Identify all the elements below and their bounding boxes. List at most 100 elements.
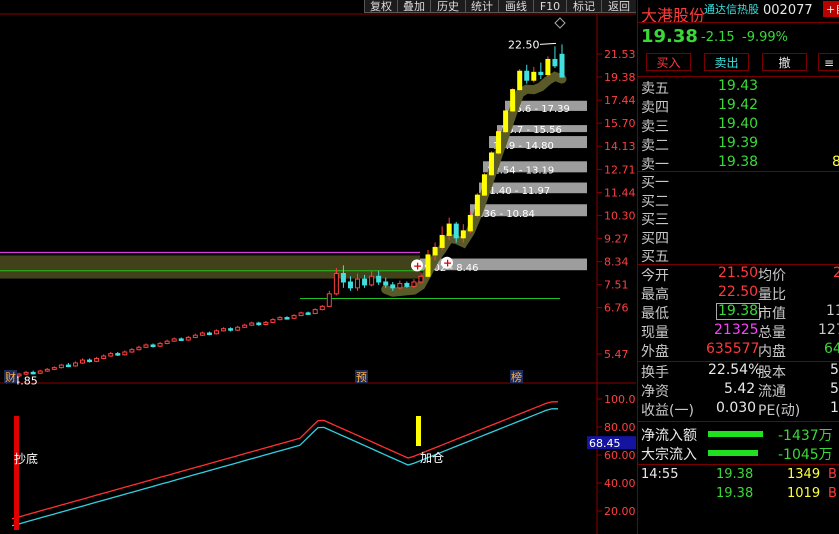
- mcap-value: 11: [826, 303, 839, 319]
- sell-level-price[interactable]: 19.38: [718, 154, 758, 170]
- candle-body: [383, 281, 389, 286]
- candle-body: [305, 312, 311, 315]
- price-tick-label: 7.51: [604, 279, 629, 292]
- toolbar-button[interactable]: F10: [533, 0, 566, 13]
- toolbar-button[interactable]: 画线: [498, 0, 533, 13]
- indicator-tick-label: 80.00: [604, 421, 636, 434]
- candle-body: [65, 364, 71, 368]
- candle-body: [157, 342, 163, 347]
- candle-body: [235, 326, 241, 331]
- stock-code: 002077: [763, 3, 813, 18]
- current-price: 19.38: [641, 26, 698, 47]
- candle-body: [185, 336, 191, 341]
- tick-volume: 1019: [787, 486, 821, 501]
- toolbar-button[interactable]: 叠加: [397, 0, 430, 13]
- candle-body: [228, 328, 234, 331]
- candle-body: [58, 364, 64, 369]
- sell-level-label: 卖五: [641, 81, 669, 97]
- candle-body: [199, 332, 205, 336]
- net-assets-label: 净资: [641, 384, 669, 400]
- candle-body: [531, 71, 537, 81]
- kline-chart-svg[interactable]: 21.53 19.38 17.44 15.70 14.13 12.71 11.44 10.30…: [0, 0, 636, 534]
- inner-value: 64: [824, 341, 839, 357]
- toolbar-button[interactable]: 返回: [601, 0, 636, 13]
- candle-body: [221, 328, 227, 332]
- net-inflow-bar: [708, 431, 763, 437]
- add-favorite-button[interactable]: +自: [823, 1, 839, 17]
- net-inflow-value: -1437万: [778, 428, 833, 444]
- tick-time: 14:55: [641, 467, 679, 482]
- eps-value: 0.030: [716, 400, 757, 416]
- candle-body: [362, 278, 368, 286]
- candle-body: [474, 194, 480, 216]
- candle-body: [425, 254, 431, 277]
- price-tick-label: 14.13: [604, 140, 636, 153]
- candle-body: [496, 131, 502, 154]
- sell-level-price[interactable]: 19.39: [718, 135, 758, 151]
- cancel-order-button[interactable]: 撤: [762, 53, 807, 71]
- board-tag[interactable]: 通达信热股: [704, 1, 759, 17]
- candle-body: [326, 293, 332, 307]
- buy-button[interactable]: 买入: [646, 53, 691, 71]
- kline-chart-panel[interactable]: 21.53 19.38 17.44 15.70 14.13 12.71 11.44 10.30…: [0, 0, 636, 534]
- candle-body: [178, 338, 184, 341]
- candle-body: [192, 334, 198, 338]
- more-menu-button[interactable]: ≡: [818, 53, 839, 71]
- tick-side: B: [828, 486, 837, 501]
- candle-body: [136, 346, 142, 351]
- quote-panel: 大港股份 通达信热股 002077 +自 19.38 -2.15 -9.99% …: [637, 0, 839, 534]
- sell-level-price[interactable]: 19.43: [718, 78, 758, 94]
- current-volume-value: 21325: [714, 322, 759, 338]
- ratio-label: 量比: [758, 287, 786, 303]
- tick-side: B: [828, 467, 837, 482]
- toolbar-button[interactable]: 历史: [430, 0, 465, 13]
- outer-value: 635577: [706, 341, 760, 357]
- bottom-signal-bar: [14, 416, 19, 530]
- candle-body: [94, 357, 100, 362]
- sell-level-price[interactable]: 19.40: [718, 116, 758, 132]
- buy-level-label: 买四: [641, 230, 669, 247]
- sell-button[interactable]: 卖出: [704, 53, 749, 71]
- candle-body: [404, 282, 410, 287]
- price-tick-label: 6.76: [604, 302, 629, 315]
- candle-body: [517, 70, 523, 91]
- high-label: 最高: [641, 287, 669, 303]
- buy-signal-cross: +: [443, 257, 452, 270]
- eps-label: 收益(一): [641, 403, 694, 419]
- indicator-slow-line: [11, 408, 558, 527]
- toolbar-button[interactable]: 标记: [566, 0, 601, 13]
- tick-volume: 1349: [787, 467, 821, 482]
- candle-body: [390, 284, 396, 289]
- sell-level-volume: 8: [832, 154, 839, 170]
- chip-band: [0, 255, 420, 279]
- candle-body: [355, 278, 361, 289]
- candle-body: [545, 58, 551, 76]
- open-value: 21.50: [718, 265, 759, 281]
- diamond-icon: [554, 17, 566, 29]
- toolbar-button[interactable]: 统计: [465, 0, 498, 13]
- candle-body: [347, 281, 353, 289]
- candle-body: [524, 70, 530, 81]
- toolbar-button[interactable]: 复权: [364, 0, 397, 13]
- mcap-label: 市值: [758, 306, 786, 322]
- candle-body: [481, 174, 487, 196]
- candle-body: [150, 344, 156, 347]
- candle-body: [101, 355, 107, 359]
- candle-body: [171, 338, 177, 342]
- add-signal-label: 加仓: [420, 451, 444, 465]
- candle-body: [460, 230, 466, 239]
- candle-body: [510, 89, 516, 112]
- buy-level-label: 买一: [641, 175, 669, 191]
- candle-body: [129, 349, 135, 353]
- sell-level-price[interactable]: 19.42: [718, 97, 758, 113]
- low-value: 19.38: [716, 303, 761, 320]
- candle-body: [340, 273, 346, 283]
- indicator-tick-label: 60.00: [604, 449, 636, 462]
- candle-body: [143, 344, 149, 348]
- sell-level-label: 卖三: [641, 119, 669, 135]
- outer-label: 外盘: [641, 344, 669, 360]
- candle-body: [44, 368, 50, 372]
- candle-body: [432, 246, 438, 256]
- price-tick-label: 15.70: [604, 117, 636, 130]
- candle-body: [37, 370, 43, 374]
